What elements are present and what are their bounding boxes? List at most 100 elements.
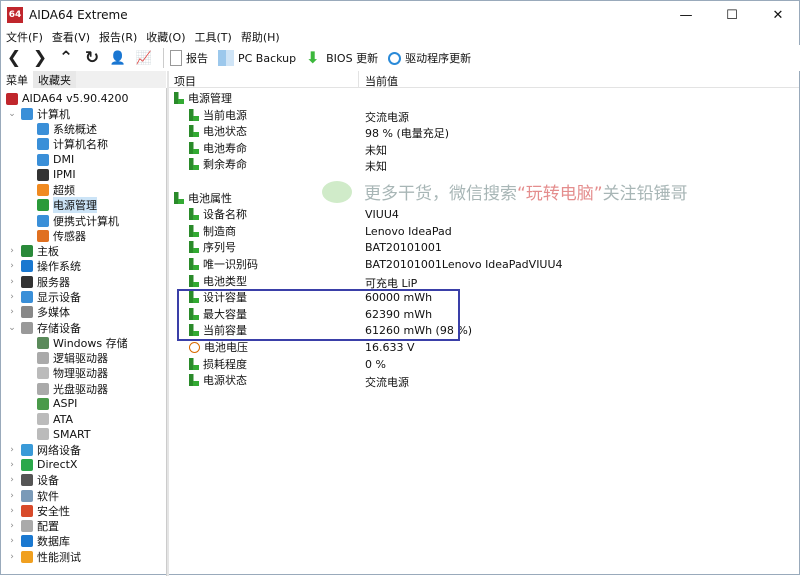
download-arrow-icon: ⬇ xyxy=(306,48,320,67)
config-icon xyxy=(21,520,33,533)
tree-item[interactable]: 便携式计算机 xyxy=(37,213,119,228)
tree-item-label: 计算机名称 xyxy=(53,138,108,152)
tree-item[interactable]: SMART xyxy=(37,427,91,442)
list-item[interactable]: 电源状态 xyxy=(189,372,247,388)
menu-report[interactable]: 报告(R) xyxy=(94,29,141,45)
minimize-button[interactable]: — xyxy=(663,1,709,29)
tree-item[interactable]: 超频 xyxy=(37,183,75,198)
list-item[interactable]: 制造商 xyxy=(189,223,236,239)
tree-item[interactable]: AIDA64 v5.90.4200 xyxy=(6,91,129,106)
tree-item[interactable]: Windows 存储 xyxy=(37,335,128,350)
menu-file[interactable]: 文件(F) xyxy=(1,29,47,45)
tree-item[interactable]: 计算机名称 xyxy=(37,137,108,152)
list-item-value: 98 % (电量充足) xyxy=(365,127,450,141)
refresh-icon[interactable]: ↻ xyxy=(79,48,105,68)
disk-icon xyxy=(37,352,49,365)
report-button[interactable]: 报告 xyxy=(170,50,208,66)
column-item-header[interactable]: 项目 xyxy=(174,73,196,89)
tree-item[interactable]: 逻辑驱动器 xyxy=(37,351,108,366)
chevron-right-icon[interactable]: › xyxy=(7,506,17,516)
chevron-right-icon[interactable]: › xyxy=(7,445,17,455)
chevron-right-icon[interactable]: › xyxy=(7,292,17,302)
close-button[interactable]: ✕ xyxy=(755,1,800,29)
list-item[interactable]: 剩余寿命 xyxy=(189,156,247,172)
column-value-header[interactable]: 当前值 xyxy=(365,73,398,89)
list-item[interactable]: 电池状态 xyxy=(189,123,247,139)
tab-favorites[interactable]: 收藏夹 xyxy=(33,71,76,88)
list-item[interactable]: 唯一识别码 xyxy=(189,256,258,272)
list-item[interactable]: 电池类型 xyxy=(189,273,247,289)
forward-icon[interactable]: ❯ xyxy=(27,48,53,68)
pc-backup-button[interactable]: PC Backup xyxy=(218,50,296,66)
tree-item-label: 传感器 xyxy=(53,229,86,243)
chevron-down-icon[interactable]: ⌄ xyxy=(7,323,17,333)
tree-item[interactable]: DMI xyxy=(37,152,74,167)
chevron-right-icon[interactable]: › xyxy=(7,536,17,546)
menu-help[interactable]: 帮助(H) xyxy=(236,29,284,45)
chevron-right-icon[interactable]: › xyxy=(7,246,17,256)
list-item[interactable]: 序列号 xyxy=(189,239,236,255)
tree-item[interactable]: › 主板 xyxy=(7,244,59,259)
tree-item[interactable]: › 显示设备 xyxy=(7,290,81,305)
column-divider[interactable] xyxy=(358,71,359,88)
tree-item[interactable]: › 多媒体 xyxy=(7,305,70,320)
menu-favorites[interactable]: 收藏(O) xyxy=(141,29,189,45)
menu-view[interactable]: 查看(V) xyxy=(47,29,94,45)
chevron-right-icon[interactable]: › xyxy=(7,552,17,562)
chevron-right-icon[interactable]: › xyxy=(7,475,17,485)
tree-item[interactable]: › 设备 xyxy=(7,473,59,488)
chevron-right-icon[interactable]: › xyxy=(7,277,17,287)
tree-item[interactable]: › DirectX xyxy=(7,457,77,472)
chevron-right-icon[interactable]: › xyxy=(7,261,17,271)
bios-update-button[interactable]: ⬇ BIOS 更新 xyxy=(306,50,378,66)
chevron-down-icon[interactable]: ⌄ xyxy=(7,109,17,119)
back-icon[interactable]: ❮ xyxy=(1,48,27,68)
tree-item-label: 数据库 xyxy=(37,535,70,549)
tree-item[interactable]: ⌄ 计算机 xyxy=(7,106,70,121)
tree-item[interactable]: › 配置 xyxy=(7,519,59,534)
tree-item[interactable]: › 网络设备 xyxy=(7,442,81,457)
list-item[interactable]: 电源管理 xyxy=(174,90,232,106)
tree-item[interactable]: › 安全性 xyxy=(7,503,70,518)
tree-item[interactable]: › 操作系统 xyxy=(7,259,81,274)
list-item[interactable]: 当前电源 xyxy=(189,107,247,123)
tree-item[interactable]: IPMI xyxy=(37,167,76,182)
tree-item[interactable]: › 数据库 xyxy=(7,534,70,549)
list-item[interactable]: 电池寿命 xyxy=(189,140,247,156)
tab-menu[interactable]: 菜单 xyxy=(1,71,33,88)
list-item[interactable]: 损耗程度 xyxy=(189,356,247,372)
tree-item[interactable]: 系统概述 xyxy=(37,122,97,137)
maximize-button[interactable]: ☐ xyxy=(709,1,755,29)
up-icon[interactable]: ⌃ xyxy=(53,48,79,68)
chevron-right-icon[interactable]: › xyxy=(7,307,17,317)
tree-item[interactable]: 传感器 xyxy=(37,228,86,243)
document-icon xyxy=(170,50,182,66)
tree-item[interactable]: 物理驱动器 xyxy=(37,366,108,381)
chevron-right-icon[interactable]: › xyxy=(7,521,17,531)
driver-update-button[interactable]: 驱动程序更新 xyxy=(388,50,471,66)
tree-item[interactable]: › 性能测试 xyxy=(7,549,81,564)
chevron-right-icon[interactable]: › xyxy=(7,460,17,470)
tree-item-label: 电源管理 xyxy=(53,197,97,214)
tree-item[interactable]: 光盘驱动器 xyxy=(37,381,108,396)
tree-item[interactable]: ASPI xyxy=(37,396,77,411)
list-item-value: BAT20101001 xyxy=(365,241,442,255)
list-item[interactable]: 设备名称 xyxy=(189,206,247,222)
list-item[interactable]: 电池电压 xyxy=(189,339,248,355)
chevron-right-icon[interactable]: › xyxy=(7,491,17,501)
watermark-text-2: “玩转电脑” xyxy=(517,184,603,204)
list-item-label: 电源管理 xyxy=(188,92,232,105)
tree-item-label: 便携式计算机 xyxy=(53,214,119,228)
tree-item[interactable]: › 软件 xyxy=(7,488,59,503)
list-item[interactable]: 电池属性 xyxy=(174,190,232,206)
chart-icon[interactable]: 📈 xyxy=(131,51,157,66)
tree-item[interactable]: ⌄ 存储设备 xyxy=(7,320,81,335)
tree-item[interactable]: ATA xyxy=(37,412,73,427)
user-icon[interactable]: 👤 xyxy=(105,51,131,66)
tree-item[interactable]: › 服务器 xyxy=(7,274,70,289)
menu-tools[interactable]: 工具(T) xyxy=(190,29,236,45)
computer-icon xyxy=(37,123,49,136)
tree-item-label: 操作系统 xyxy=(37,260,81,274)
tree-item[interactable]: 电源管理 xyxy=(37,197,97,214)
flame-icon xyxy=(37,184,49,197)
